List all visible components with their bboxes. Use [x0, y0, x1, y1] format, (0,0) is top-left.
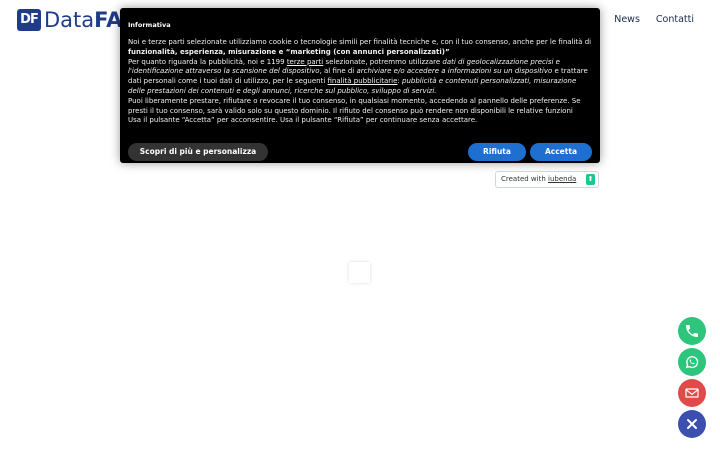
- email-button[interactable]: [678, 379, 706, 407]
- learn-more-button[interactable]: Scopri di più e personalizza: [128, 143, 268, 161]
- accept-button[interactable]: Accetta: [530, 143, 592, 161]
- cookie-dialog-title: Informativa: [128, 21, 171, 29]
- close-contacts-button[interactable]: [678, 410, 706, 438]
- site-logo[interactable]: DF DataFA: [17, 8, 123, 32]
- nav-item-contatti[interactable]: Contatti: [656, 14, 694, 25]
- nav-item-news[interactable]: News: [614, 14, 640, 25]
- iubenda-flag-icon: ⬆: [586, 174, 595, 185]
- whatsapp-icon: [685, 356, 699, 369]
- cookie-consent-dialog: Informativa Noi e terze parti selezionat…: [120, 8, 600, 163]
- phone-icon: [686, 325, 698, 337]
- advertising-purposes-link[interactable]: finalità pubblicitarie: [328, 77, 398, 85]
- whatsapp-button[interactable]: [678, 348, 706, 376]
- logo-text: DataFA: [44, 8, 123, 32]
- cookie-dialog-body: Noi e terze parti selezionate utilizziam…: [128, 38, 592, 125]
- phone-button[interactable]: [678, 317, 706, 345]
- logo-mark: DF: [17, 9, 41, 31]
- iubenda-badge[interactable]: Created with iubenda ⬆: [495, 171, 599, 188]
- mail-icon: [685, 388, 699, 398]
- close-icon: [687, 419, 697, 429]
- page-loader: [349, 262, 370, 283]
- third-parties-link[interactable]: terze parti: [287, 58, 323, 66]
- reject-button[interactable]: Rifiuta: [468, 143, 526, 161]
